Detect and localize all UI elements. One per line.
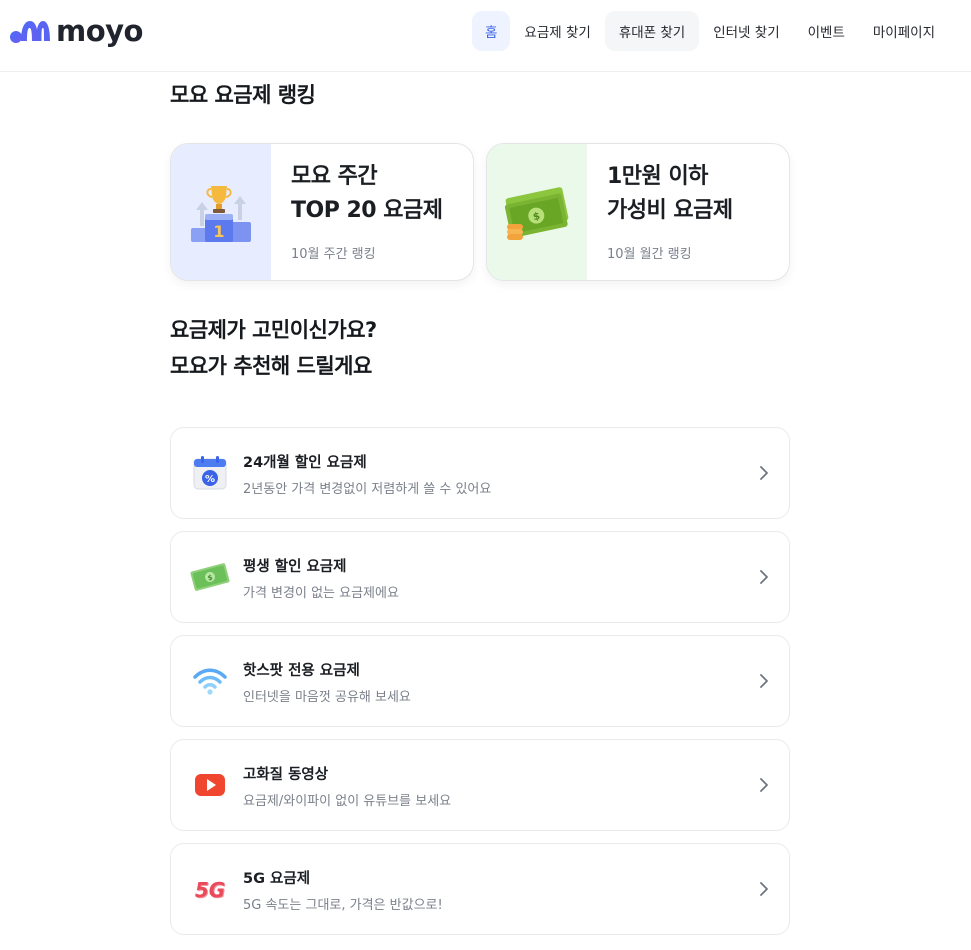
weekly-top20-title: 모요 주간 TOP 20 요금제 [291,164,443,223]
cash-icon: $ [504,187,569,240]
list-item-subtitle: 요금제/와이파이 없이 유튜브를 보세요 [243,794,452,809]
video-play-icon [190,765,230,805]
list-item-subtitle: 인터넷을 마음껏 공유해 보세요 [243,690,411,705]
list-item-5g[interactable]: 5G 5G 5G 요금제 5G 속도는 그대로, 가격은 반값으로! [170,843,790,935]
moyo-logo[interactable]: moyo [10,14,143,48]
weekly-top20-subtitle: 10월 주간 랭킹 [291,247,376,262]
list-item-title: 평생 할인 요금제 [243,559,347,575]
recommend-title-line1: 요금제가 고민이신가요? [170,318,377,342]
list-item-title: 고화질 동영상 [243,767,329,783]
budget-plans-title: 1만원 이하 가성비 요금제 [607,164,733,223]
list-item-hd-video[interactable]: 고화질 동영상 요금제/와이파이 없이 유튜브를 보세요 [170,739,790,831]
nav-find-internet[interactable]: 인터넷 찾기 [699,11,793,51]
svg-text:1: 1 [213,222,224,241]
weekly-top20-card[interactable]: 1 모요 주간 TOP 20 요금제 10월 주간 랭킹 [170,143,474,281]
ranking-section-title: 모요 요금제 랭킹 [170,83,316,107]
chevron-right-icon [760,466,768,480]
moyo-logo-icon [10,21,50,43]
list-item-24month-discount[interactable]: % 24개월 할인 요금제 2년동안 가격 변경없이 저렴하게 쓸 수 있어요 [170,427,790,519]
list-item-title: 24개월 할인 요금제 [243,455,367,471]
logo-text: moyo [56,13,143,48]
list-item-lifetime-discount[interactable]: $ 평생 할인 요금제 가격 변경이 없는 요금제에요 [170,531,790,623]
wifi-icon [190,661,230,701]
nav-find-plans[interactable]: 요금제 찾기 [510,11,604,51]
list-item-subtitle: 가격 변경이 없는 요금제에요 [243,586,399,601]
svg-text:5G: 5G [195,878,225,902]
nav-mypage[interactable]: 마이페이지 [859,11,949,51]
budget-plans-subtitle: 10월 월간 랭킹 [607,247,692,262]
list-item-title: 5G 요금제 [243,871,311,887]
nav-home[interactable]: 홈 [471,11,511,51]
recommend-title-line2: 모요가 추천해 드릴게요 [170,354,372,378]
chevron-right-icon [760,778,768,792]
budget-plans-thumb: $ [487,144,587,280]
list-item-subtitle: 5G 속도는 그대로, 가격은 반값으로! [243,898,443,913]
weekly-top20-thumb: 1 [171,144,271,280]
nav-find-phones[interactable]: 휴대폰 찾기 [604,11,700,51]
list-item-title: 핫스팟 전용 요금제 [243,663,360,679]
nav-events[interactable]: 이벤트 [794,11,859,51]
money-bill-icon: $ [190,557,230,597]
chevron-right-icon [760,674,768,688]
list-item-hotspot[interactable]: 핫스팟 전용 요금제 인터넷을 마음껏 공유해 보세요 [170,635,790,727]
top-header: moyo 홈 요금제 찾기 휴대폰 찾기 인터넷 찾기 이벤트 마이페이지 [0,0,971,72]
budget-plans-card[interactable]: $ 1만원 이하 가성비 요금제 10월 월간 랭킹 [486,143,790,281]
list-item-subtitle: 2년동안 가격 변경없이 저렴하게 쓸 수 있어요 [243,482,492,497]
chevron-right-icon [760,570,768,584]
5g-icon: 5G 5G [190,869,230,909]
svg-text:%: % [205,474,215,485]
main-nav: 홈 요금제 찾기 휴대폰 찾기 인터넷 찾기 이벤트 마이페이지 [471,11,949,51]
calendar-percent-icon: % [190,453,230,493]
chevron-right-icon [760,882,768,896]
trophy-podium-icon: 1 [191,186,251,242]
